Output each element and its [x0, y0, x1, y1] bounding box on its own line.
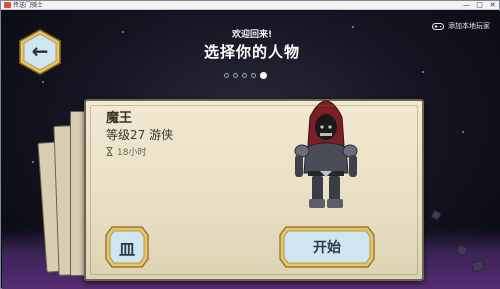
star — [422, 71, 424, 73]
arrow-left-icon: ← — [31, 39, 49, 63]
pager-dot[interactable] — [251, 73, 256, 78]
delete-character-button[interactable]: 皿 — [104, 225, 150, 269]
maximize-button[interactable]: □ — [476, 2, 483, 9]
rock — [430, 209, 442, 221]
gamepad-icon — [432, 22, 444, 30]
button-frame-icon — [105, 226, 149, 268]
start-button-label: 开始 — [313, 240, 341, 256]
pager-dot[interactable] — [233, 73, 238, 78]
add-local-player-label: 添加本地玩家 — [448, 22, 490, 30]
trash-icon: 皿 — [118, 240, 135, 259]
start-button[interactable]: 开始 — [278, 225, 376, 269]
star — [42, 81, 44, 83]
star — [352, 26, 354, 28]
star — [122, 31, 124, 33]
window-title: 传送门骑士 — [13, 2, 44, 9]
add-local-player-button[interactable]: 添加本地玩家 — [432, 21, 490, 31]
page-title: 选择你的人物 — [203, 43, 300, 61]
app-window: 传送门骑士 — □ ✕ ← 欢迎回来! 选择你的人物 添加本地玩家 魔王 等级2… — [0, 0, 500, 289]
hourglass-icon — [106, 147, 113, 156]
star — [462, 131, 464, 133]
close-button[interactable]: ✕ — [489, 2, 496, 9]
back-button[interactable]: ← — [17, 29, 63, 75]
pager-dot[interactable] — [242, 73, 247, 78]
character-level: 等级27 游侠 — [106, 128, 174, 142]
welcome-text: 欢迎回来! — [231, 30, 273, 40]
minimize-button[interactable]: — — [463, 2, 470, 9]
character-model — [294, 100, 358, 208]
character-name: 魔王 — [106, 111, 133, 126]
button-frame-icon — [279, 226, 375, 268]
game-scene: ← 欢迎回来! 选择你的人物 添加本地玩家 魔王 等级27 游侠 18小时 皿 … — [2, 11, 500, 289]
app-icon — [4, 2, 11, 8]
playtime-label: 18小时 — [117, 148, 147, 158]
pager-dot[interactable] — [224, 73, 229, 78]
character-playtime: 18小时 — [106, 145, 146, 158]
window-titlebar: 传送门骑士 — □ ✕ — [1, 1, 499, 10]
character-pager — [224, 72, 267, 79]
pager-dot-active[interactable] — [260, 72, 267, 79]
character-card[interactable]: 魔王 等级27 游侠 18小时 皿 开始 — [84, 99, 424, 281]
star — [32, 161, 34, 163]
